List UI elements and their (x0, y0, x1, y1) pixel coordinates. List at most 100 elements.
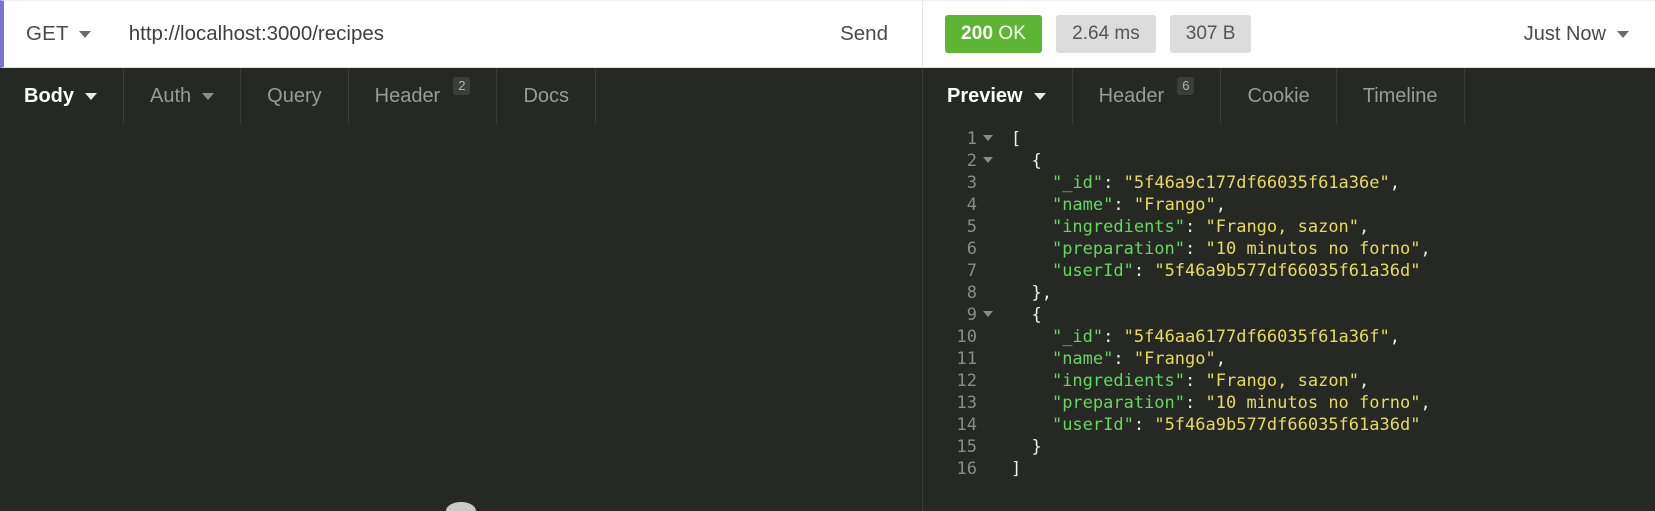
json-key: "name" (1051, 349, 1114, 369)
response-time-badge: 2.64 ms (1056, 15, 1156, 53)
json-punctuation: , (1215, 195, 1226, 215)
code-line: "ingredients": "Frango, sazon", (1011, 216, 1655, 238)
pane-resize-handle[interactable] (446, 502, 476, 511)
json-punctuation: } (1011, 437, 1042, 457)
code-line: "name": "Frango", (1011, 348, 1655, 370)
code-line: "userId": "5f46a9b577df66035f61a36d" (1011, 414, 1655, 436)
tab-count-badge: 2 (453, 77, 471, 96)
code-line: } (1011, 436, 1655, 458)
tab-spacer (596, 68, 922, 124)
line-number: 8 (966, 283, 977, 303)
json-punctuation: : (1113, 349, 1134, 369)
tab-label: Cookie (1247, 84, 1310, 107)
fold-arrow-icon[interactable] (983, 157, 993, 163)
code-lines[interactable]: [ { "_id": "5f46a9c177df66035f61a36e", "… (981, 128, 1655, 511)
code-line: "name": "Frango", (1011, 194, 1655, 216)
json-string: "Frango" (1133, 349, 1216, 369)
line-number: 13 (956, 393, 977, 413)
json-key: "userId" (1051, 415, 1134, 435)
json-key: "preparation" (1051, 393, 1186, 413)
tab-header[interactable]: Header 2 (349, 68, 498, 124)
json-punctuation (1011, 371, 1052, 391)
tab-docs[interactable]: Docs (497, 68, 597, 124)
line-number: 1 (923, 128, 993, 150)
chevron-down-icon (1617, 30, 1629, 38)
code-line: "preparation": "10 minutos no forno", (1011, 392, 1655, 414)
code-line: "_id": "5f46aa6177df66035f61a36f", (1011, 326, 1655, 348)
json-punctuation (1011, 173, 1052, 193)
tab-cookie[interactable]: Cookie (1221, 68, 1337, 124)
json-punctuation: , (1359, 371, 1370, 391)
chevron-down-icon (85, 92, 97, 100)
response-history-selector[interactable]: Just Now (1524, 23, 1629, 46)
json-punctuation (1011, 393, 1052, 413)
json-punctuation: , (1420, 393, 1431, 413)
json-string: "5f46a9b577df66035f61a36d" (1154, 415, 1421, 435)
response-tabs: Preview Header 6 Cookie Timeline (922, 68, 1655, 124)
tab-label: Header (374, 84, 441, 107)
json-key: "userId" (1051, 261, 1134, 281)
fold-arrow-icon[interactable] (983, 135, 993, 141)
code-line: "ingredients": "Frango, sazon", (1011, 370, 1655, 392)
main-content: 1 2 3 4 5 6 7 8 9 10 11 12 13 14 15 16 [ { "_id": "5f46… (0, 124, 1655, 511)
tab-label: Header (1098, 84, 1165, 107)
line-number-gutter: 1 2 3 4 5 6 7 8 9 10 11 12 13 14 15 16 (923, 128, 993, 511)
line-number: 2 (923, 150, 993, 172)
tab-query[interactable]: Query (241, 68, 349, 124)
json-string: "5f46a9c177df66035f61a36e" (1123, 173, 1390, 193)
json-punctuation: ] (1011, 459, 1022, 479)
line-number: 5 (966, 217, 977, 237)
response-status-bar: 200 OK 2.64 ms 307 B Just Now (922, 0, 1655, 68)
response-preview-pane[interactable]: 1 2 3 4 5 6 7 8 9 10 11 12 13 14 15 16 [ { "_id": "5f46… (922, 124, 1655, 511)
url-section: GET Send (0, 0, 922, 68)
tab-auth[interactable]: Auth (124, 68, 242, 124)
response-size-badge: 307 B (1169, 15, 1252, 53)
status-code: 200 (961, 23, 994, 44)
chevron-down-icon (202, 92, 215, 100)
line-number: 16 (956, 459, 977, 479)
response-history-label: Just Now (1523, 22, 1606, 45)
fold-arrow-icon[interactable] (983, 311, 993, 317)
json-string: "10 minutos no forno" (1205, 393, 1421, 413)
json-key: "preparation" (1051, 239, 1186, 259)
json-punctuation: , (1420, 239, 1431, 259)
json-punctuation (1011, 415, 1052, 435)
json-punctuation: { (1011, 305, 1042, 325)
json-key: "name" (1051, 195, 1114, 215)
json-string: "Frango, sazon" (1205, 217, 1360, 237)
line-number: 15 (956, 437, 977, 457)
code-line: [ (1011, 128, 1655, 150)
send-button[interactable]: Send (830, 1, 922, 67)
tab-body[interactable]: Body (0, 68, 124, 124)
code-line: }, (1011, 282, 1655, 304)
chevron-down-icon (78, 30, 91, 38)
json-punctuation: , (1389, 327, 1400, 347)
line-number: 7 (966, 261, 977, 281)
chevron-down-icon (1033, 92, 1046, 100)
url-input[interactable] (100, 1, 831, 67)
json-punctuation: : (1185, 217, 1206, 237)
line-number: 10 (956, 327, 977, 347)
tab-header[interactable]: Header 6 (1073, 68, 1222, 124)
json-string: "Frango" (1133, 195, 1216, 215)
line-number: 4 (966, 195, 977, 215)
line-number: 11 (956, 349, 977, 369)
http-method-selector[interactable]: GET (4, 22, 101, 46)
status-badge: 200 OK (945, 15, 1043, 53)
request-body-pane[interactable] (0, 124, 922, 511)
line-number: 3 (966, 173, 977, 193)
tab-spacer (1465, 68, 1655, 124)
tab-label: Auth (150, 84, 192, 107)
json-punctuation: : (1185, 239, 1206, 259)
json-punctuation (1011, 239, 1052, 259)
line-number: 9 (923, 304, 993, 326)
json-punctuation (1011, 195, 1052, 215)
json-punctuation (1011, 349, 1052, 369)
code-line: { (1011, 304, 1655, 326)
json-punctuation: { (1011, 151, 1042, 171)
tab-preview[interactable]: Preview (923, 68, 1073, 124)
code-line: ] (1011, 458, 1655, 480)
json-key: "ingredients" (1051, 371, 1186, 391)
json-viewer[interactable]: 1 2 3 4 5 6 7 8 9 10 11 12 13 14 15 16 [ { "_id": "5f46… (923, 124, 1655, 511)
tab-timeline[interactable]: Timeline (1337, 68, 1465, 124)
